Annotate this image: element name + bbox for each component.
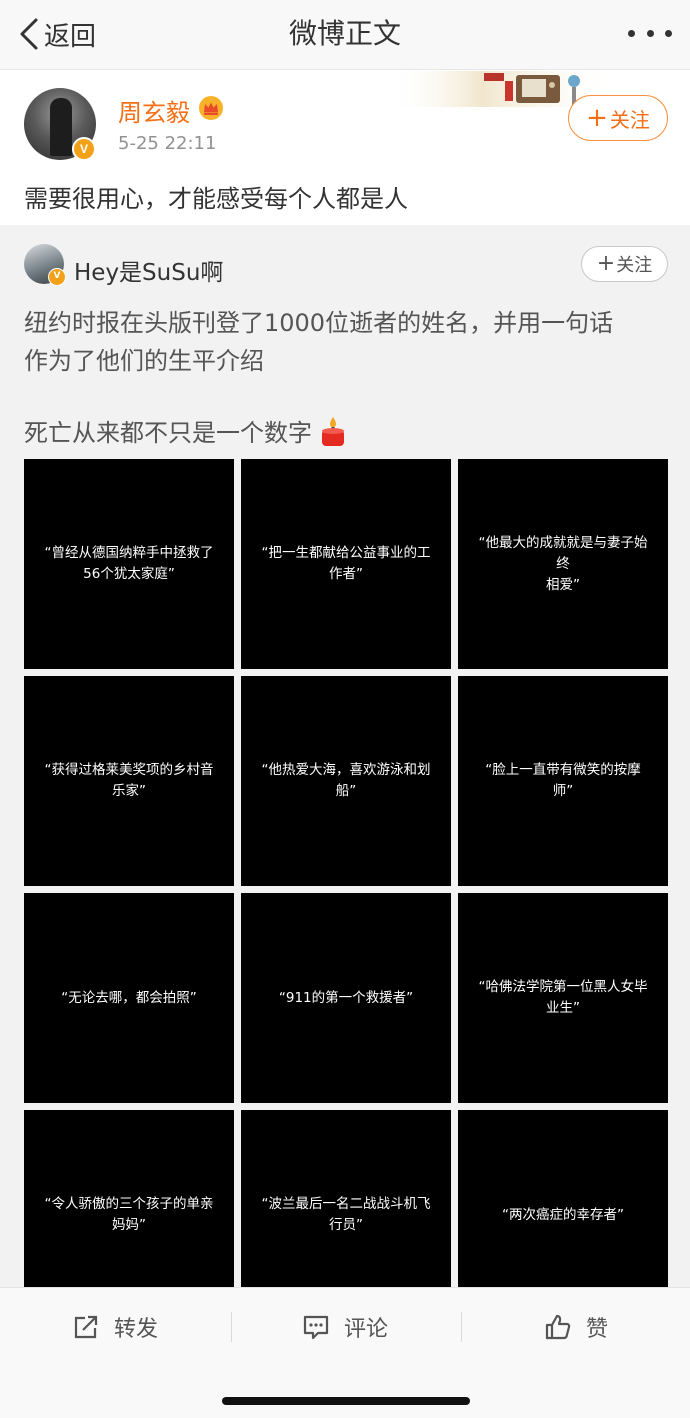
repost-button[interactable]: 转发	[72, 1288, 158, 1366]
image-tile[interactable]: “曾经从德国纳粹手中拯救了 56个犹太家庭”	[24, 459, 234, 669]
comment-icon	[303, 1315, 329, 1340]
reposted-card[interactable]: V Hey是SuSu啊 + 关注 纽约时报在头版刊登了1000位逝者的姓名，并用…	[0, 225, 690, 1287]
image-caption-line: “把一生都献给公益事业的工	[261, 545, 431, 561]
image-caption-line: “911的第一个救援者”	[278, 989, 414, 1006]
image-tile[interactable]: “脸上一直带有微笑的按摩 师”	[458, 676, 668, 886]
like-button[interactable]: 赞	[544, 1288, 608, 1366]
image-tile[interactable]: “他热爱大海，喜欢游泳和划 船”	[241, 676, 451, 886]
image-caption: “他最大的成就就是与妻子始终相爱”	[474, 533, 652, 596]
image-caption: “把一生都献给公益事业的工 作者”	[262, 543, 431, 585]
candle-icon	[322, 416, 344, 446]
image-tile[interactable]: “两次癌症的幸存者”	[458, 1110, 668, 1287]
image-caption: “无论去哪，都会拍照”	[61, 988, 197, 1009]
image-caption-line: 行员”	[329, 1217, 363, 1233]
image-caption-line: “他最大的成就就是与妻子始终	[478, 534, 648, 572]
avatar-figure	[50, 98, 72, 156]
home-indicator	[222, 1397, 470, 1405]
image-tile[interactable]: “无论去哪，都会拍照”	[24, 893, 234, 1103]
image-caption-line: “无论去哪，都会拍照”	[61, 989, 197, 1006]
image-caption-line: “两次癌症的幸存者”	[502, 1206, 624, 1223]
image-caption-line: “波兰最后一名二战战斗机飞	[261, 1196, 431, 1212]
chevron-left-icon	[20, 18, 38, 50]
page-title: 微博正文	[288, 17, 401, 50]
share-icon	[74, 1315, 98, 1339]
more-dot-icon	[646, 29, 654, 37]
navigation-bar: 返回 微博正文	[0, 0, 690, 70]
follow-label: 关注	[616, 255, 653, 276]
image-caption-line: 业生”	[546, 1000, 580, 1016]
image-caption: “脸上一直带有微笑的按摩 师”	[485, 760, 641, 802]
image-caption-line: “哈佛法学院第一位黑人女毕	[478, 979, 648, 995]
thumbs-up-icon	[545, 1314, 571, 1340]
image-caption-line: 56个犹太家庭”	[83, 566, 175, 582]
image-caption-line: “令人骄傲的三个孩子的单亲	[44, 1196, 214, 1212]
image-tile[interactable]: “把一生都献给公益事业的工 作者”	[241, 459, 451, 669]
image-caption: “两次癌症的幸存者”	[502, 1205, 624, 1226]
repost-author-name[interactable]: Hey是SuSu啊	[74, 253, 223, 287]
comment-button[interactable]: 评论	[302, 1288, 388, 1366]
repost-text-line: 作为了他们的生平介绍	[24, 347, 264, 375]
divider	[231, 1312, 232, 1342]
image-caption-line: “曾经从德国纳粹手中拯救了	[44, 545, 214, 561]
verified-icon: V	[48, 268, 66, 286]
image-caption-line: 妈妈”	[112, 1217, 146, 1233]
image-caption: “曾经从德国纳粹手中拯救了 56个犹太家庭”	[45, 543, 214, 585]
image-caption: “令人骄傲的三个孩子的单亲 妈妈”	[45, 1194, 214, 1236]
follow-button[interactable]: + 关注	[568, 95, 668, 141]
image-caption-line: 相爱”	[546, 576, 580, 593]
more-dot-icon	[665, 29, 672, 37]
verified-icon: V	[72, 137, 96, 161]
image-tile[interactable]: “令人骄傲的三个孩子的单亲 妈妈”	[24, 1110, 234, 1287]
plus-icon: +	[596, 251, 616, 276]
image-caption: “获得过格莱美奖项的乡村音 乐家”	[45, 760, 214, 802]
image-grid: “曾经从德国纳粹手中拯救了 56个犹太家庭” “把一生都献给公益事业的工 作者” “他最…	[24, 459, 668, 1287]
image-tile[interactable]: “波兰最后一名二战战斗机飞 行员”	[241, 1110, 451, 1287]
image-caption: “他热爱大海，喜欢游泳和划 船”	[262, 760, 431, 802]
divider	[461, 1312, 462, 1342]
image-caption-line: 船”	[335, 783, 357, 799]
follow-label: 关注	[609, 107, 650, 132]
bottom-safe-area	[0, 1365, 690, 1418]
repost-label: 转发	[114, 1317, 159, 1342]
image-caption: “哈佛法学院第一位黑人女毕 业生”	[479, 977, 648, 1019]
image-caption: “波兰最后一名二战战斗机飞 行员”	[262, 1194, 431, 1236]
repost-text-line: 纽约时报在头版刊登了1000位逝者的姓名，并用一句话	[24, 309, 614, 337]
image-tile[interactable]: “911的第一个救援者”	[241, 893, 451, 1103]
repost-follow-button[interactable]: + 关注	[581, 246, 668, 282]
image-caption-line: “获得过格莱美奖项的乡村音	[44, 762, 214, 778]
image-caption-line: 作者”	[329, 566, 363, 582]
more-dot-icon	[628, 29, 635, 37]
vip-crown-icon	[199, 96, 223, 120]
post-time: 5-25 22:11	[118, 133, 217, 154]
back-button[interactable]: 返回	[18, 14, 96, 54]
image-caption-line: 师”	[552, 783, 574, 799]
like-label: 赞	[586, 1317, 609, 1342]
image-caption-line: “脸上一直带有微笑的按摩	[485, 762, 641, 778]
image-caption-line: “他热爱大海，喜欢游泳和划	[261, 762, 431, 778]
action-bar: 转发 评论 赞	[0, 1287, 690, 1365]
plus-icon: +	[586, 103, 608, 133]
image-caption: “911的第一个救援者”	[279, 988, 413, 1009]
image-caption-line: 乐家”	[112, 783, 146, 799]
post-text: 需要很用心，才能感受每个人都是人	[24, 185, 408, 213]
more-options-button[interactable]	[628, 18, 672, 48]
post-header: V 周玄毅 5-25 22:11 + 关注 需要很用心，才能感受每个人都是人	[0, 71, 690, 225]
back-label: 返回	[44, 21, 97, 52]
author-name[interactable]: 周玄毅	[118, 93, 190, 128]
image-tile[interactable]: “哈佛法学院第一位黑人女毕 业生”	[458, 893, 668, 1103]
comment-label: 评论	[344, 1317, 389, 1342]
repost-text-line: 死亡从来都不只是一个数字	[24, 419, 312, 447]
image-tile[interactable]: “获得过格莱美奖项的乡村音 乐家”	[24, 676, 234, 886]
image-tile[interactable]: “他最大的成就就是与妻子始终相爱”	[458, 459, 668, 669]
repost-text-line-with-emoji: 死亡从来都不只是一个数字	[24, 413, 348, 448]
